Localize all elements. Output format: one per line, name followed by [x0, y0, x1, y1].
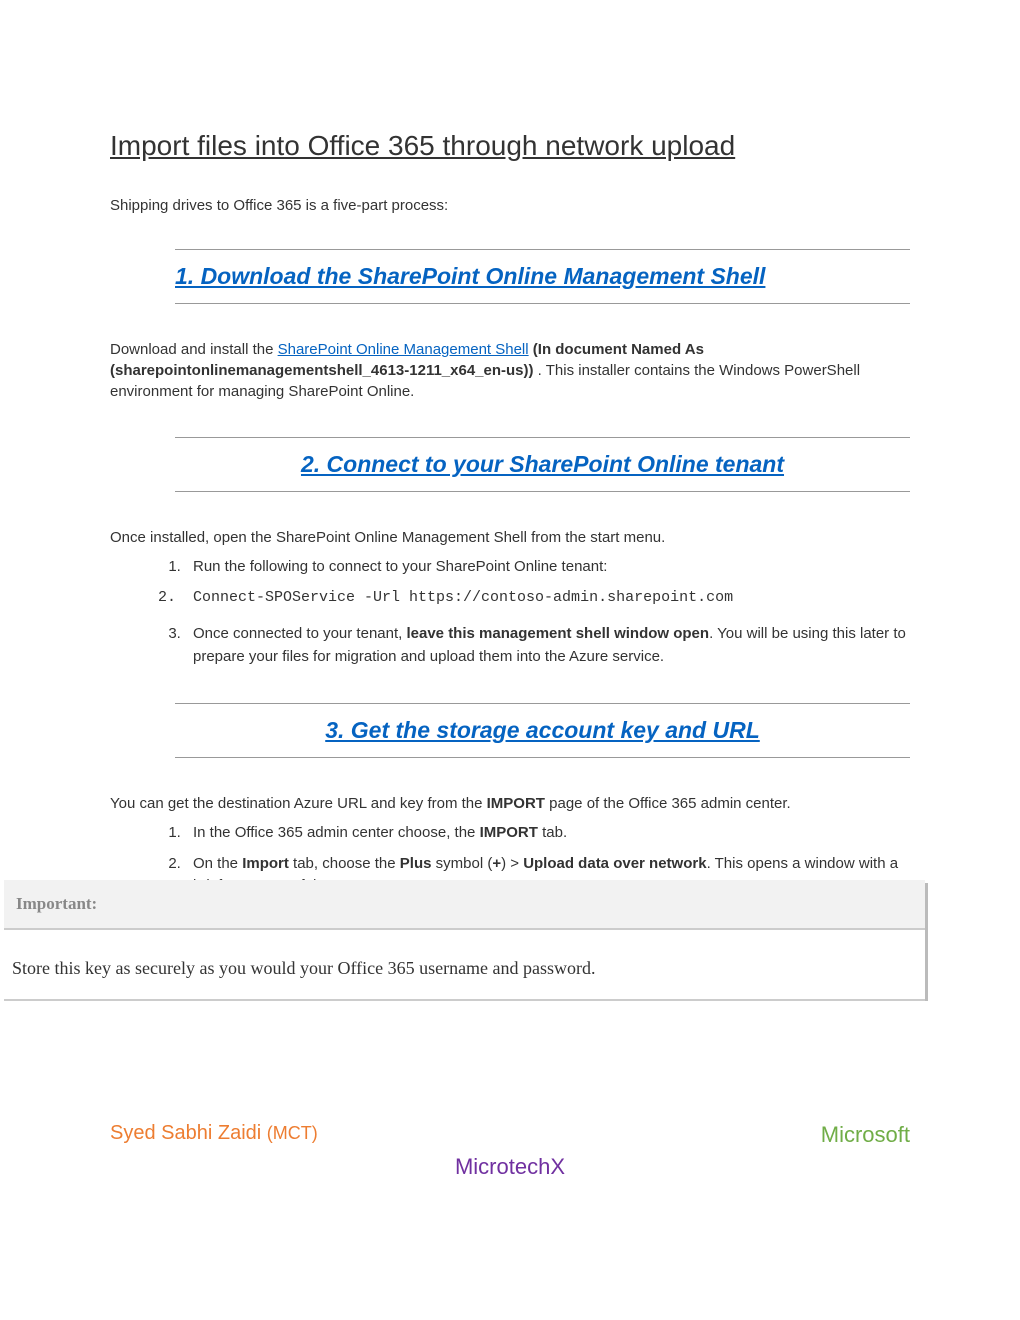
- list-item: Once connected to your tenant, leave thi…: [185, 623, 910, 668]
- section-3-heading[interactable]: 3. Get the storage account key and URL: [175, 717, 910, 744]
- footer-company-right: Microsoft: [821, 1122, 910, 1148]
- text-bold: Import: [242, 855, 289, 872]
- text-bold: Plus: [400, 855, 432, 872]
- section-1-para: Download and install the SharePoint Onli…: [110, 339, 910, 402]
- footer: Syed Sabhi Zaidi (MCT) Microsoft Microte…: [110, 1122, 910, 1182]
- page-title: Import files into Office 365 through net…: [110, 130, 910, 162]
- text-bold: leave this management shell window open: [406, 625, 709, 642]
- section-2-para: Once installed, open the SharePoint Onli…: [110, 527, 910, 548]
- section-3-para: You can get the destination Azure URL an…: [110, 793, 910, 814]
- text: symbol (: [431, 855, 492, 872]
- sharepoint-shell-link[interactable]: SharePoint Online Management Shell: [278, 341, 529, 358]
- text: tab.: [538, 824, 567, 841]
- text: You can get the destination Azure URL an…: [110, 795, 487, 812]
- author-credential: (MCT): [267, 1123, 318, 1143]
- section-1-heading-box: 1. Download the SharePoint Online Manage…: [175, 249, 910, 304]
- important-body: Store this key as securely as you would …: [4, 930, 925, 1001]
- section-2-list: Run the following to connect to your Sha…: [165, 556, 910, 668]
- list-item: In the Office 365 admin center choose, t…: [185, 822, 910, 845]
- text: page of the Office 365 admin center.: [545, 795, 791, 812]
- section-2-heading-box: 2. Connect to your SharePoint Online ten…: [175, 437, 910, 492]
- text: In the Office 365 admin center choose, t…: [193, 824, 480, 841]
- footer-company-center: MicrotechX: [110, 1154, 910, 1180]
- list-item: Run the following to connect to your Sha…: [185, 556, 910, 579]
- text: Download and install the: [110, 341, 278, 358]
- footer-author: Syed Sabhi Zaidi (MCT): [110, 1122, 318, 1145]
- list-item-code: Connect-SPOService -Url https://contoso-…: [185, 587, 910, 610]
- text: tab, choose the: [289, 855, 400, 872]
- section-2-heading[interactable]: 2. Connect to your SharePoint Online ten…: [175, 451, 910, 478]
- section-3-heading-box: 3. Get the storage account key and URL: [175, 703, 910, 758]
- text-bold: +: [492, 855, 501, 872]
- text: Once connected to your tenant,: [193, 625, 406, 642]
- text-bold: Upload data over network: [523, 855, 706, 872]
- section-1-heading[interactable]: 1. Download the SharePoint Online Manage…: [175, 263, 910, 290]
- text-bold: IMPORT: [480, 824, 538, 841]
- important-callout: Important: Store this key as securely as…: [4, 880, 925, 1001]
- intro-text: Shipping drives to Office 365 is a five-…: [110, 197, 910, 214]
- text: ) >: [501, 855, 523, 872]
- author-name: Syed Sabhi Zaidi: [110, 1122, 267, 1144]
- text: On the: [193, 855, 242, 872]
- text-bold: IMPORT: [487, 795, 545, 812]
- important-label: Important:: [4, 880, 925, 930]
